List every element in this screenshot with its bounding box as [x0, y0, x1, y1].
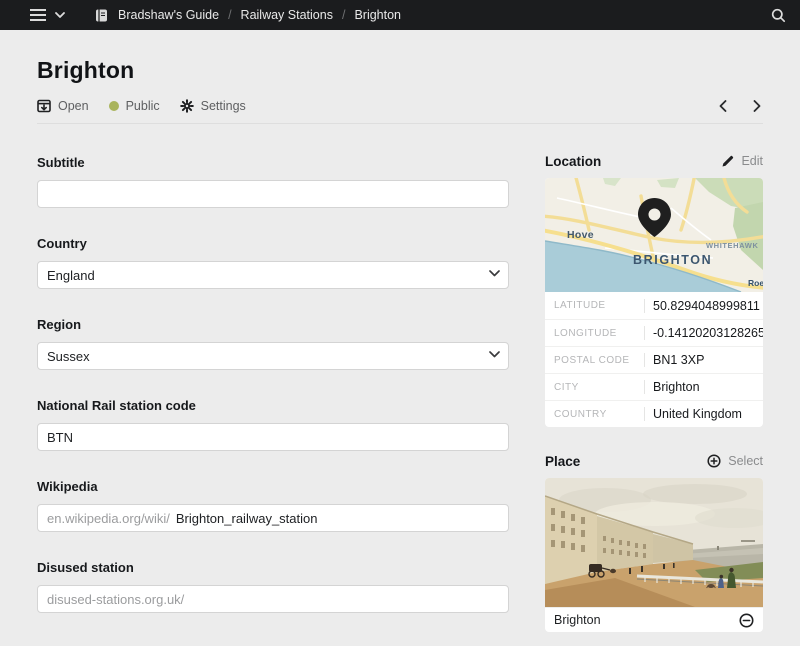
select-label: Select	[728, 454, 763, 468]
wikipedia-input-group: en.wikipedia.org/wiki/	[37, 504, 509, 532]
chevron-right-icon	[753, 100, 761, 112]
column-divider	[644, 299, 645, 313]
breadcrumb-item-current[interactable]: Brighton	[354, 8, 401, 22]
map-preview[interactable]: Hove BRIGHTON WHITEHAWK Roe	[545, 178, 763, 292]
table-row-latitude: LATITUDE 50.8294048999811	[545, 292, 763, 319]
disused-station-input[interactable]	[190, 586, 499, 612]
location-panel-header: Location Edit	[545, 153, 763, 169]
location-details-table: LATITUDE 50.8294048999811 LONGITUDE -0.1…	[545, 292, 763, 427]
chevron-down-icon	[55, 12, 65, 18]
column-divider	[644, 407, 645, 421]
breadcrumb-item-guide[interactable]: Bradshaw's Guide	[118, 8, 219, 22]
postal-code-label: POSTAL CODE	[554, 355, 644, 366]
search-button[interactable]	[771, 8, 786, 23]
field-station-code: National Rail station code	[37, 398, 509, 451]
column-divider	[644, 353, 645, 367]
wikipedia-url-prefix: en.wikipedia.org/wiki/	[47, 511, 170, 526]
wikipedia-input[interactable]	[176, 505, 499, 531]
latitude-value: 50.8294048999811	[653, 299, 760, 313]
search-icon	[771, 8, 786, 23]
open-button[interactable]: Open	[37, 99, 89, 113]
page-content: Brighton Open Public Settings	[0, 57, 800, 641]
place-panel-header: Place Select	[545, 453, 763, 469]
chevron-left-icon	[719, 100, 727, 112]
previous-item-button[interactable]	[719, 100, 727, 112]
pencil-icon	[721, 155, 734, 168]
country-row-label: COUNTRY	[554, 409, 644, 420]
breadcrumb-separator: /	[228, 8, 231, 22]
place-card: Brighton	[545, 478, 763, 632]
book-icon	[95, 9, 108, 22]
table-row-postal-code: POSTAL CODE BN1 3XP	[545, 346, 763, 373]
brighton-seafront-painting	[545, 478, 763, 607]
breadcrumb-item-collection[interactable]: Railway Stations	[241, 8, 333, 22]
status-label: Public	[126, 99, 160, 113]
field-subtitle: Subtitle	[37, 155, 509, 208]
remove-place-button[interactable]	[739, 613, 754, 628]
minus-circle-icon	[739, 613, 754, 628]
wikipedia-label: Wikipedia	[37, 479, 509, 495]
table-row-longitude: LONGITUDE -0.141202031282655	[545, 319, 763, 346]
sidebar-panels: Location Edit	[545, 153, 763, 641]
table-row-country: COUNTRY United Kingdom	[545, 400, 763, 427]
settings-button[interactable]: Settings	[180, 99, 246, 113]
edit-form: Subtitle Country England Region	[37, 155, 509, 641]
country-label: Country	[37, 236, 509, 252]
topbar: Bradshaw's Guide / Railway Stations / Br…	[0, 0, 800, 30]
column-divider	[644, 326, 645, 340]
disused-station-label: Disused station	[37, 560, 509, 576]
disused-station-input-group: disused-stations.org.uk/	[37, 585, 509, 613]
settings-label: Settings	[201, 99, 246, 113]
gear-icon	[180, 99, 194, 113]
disused-station-url-prefix: disused-stations.org.uk/	[47, 592, 184, 607]
item-toolbar: Open Public Settings	[37, 99, 763, 124]
breadcrumb: Bradshaw's Guide / Railway Stations / Br…	[95, 8, 401, 22]
field-disused-station: Disused station disused-stations.org.uk/	[37, 560, 509, 613]
field-wikipedia: Wikipedia en.wikipedia.org/wiki/	[37, 479, 509, 532]
select-place-button[interactable]: Select	[707, 454, 763, 468]
item-pager	[719, 100, 761, 112]
region-select[interactable]: Sussex	[37, 342, 509, 370]
place-item-label: Brighton	[554, 613, 601, 627]
location-card: Hove BRIGHTON WHITEHAWK Roe LATITUDE 50.…	[545, 178, 763, 427]
hamburger-icon	[30, 9, 46, 21]
postal-code-value: BN1 3XP	[653, 353, 754, 367]
longitude-label: LONGITUDE	[554, 328, 644, 339]
edit-label: Edit	[741, 154, 763, 168]
city-value: Brighton	[653, 380, 754, 394]
field-region: Region Sussex	[37, 317, 509, 370]
subtitle-label: Subtitle	[37, 155, 509, 171]
place-title: Place	[545, 454, 580, 469]
page-title: Brighton	[37, 57, 763, 84]
city-label: CITY	[554, 382, 644, 393]
place-image-thumbnail[interactable]	[545, 478, 763, 607]
place-item-row: Brighton	[545, 607, 763, 632]
open-label: Open	[58, 99, 89, 113]
next-item-button[interactable]	[753, 100, 761, 112]
country-select[interactable]: England	[37, 261, 509, 289]
longitude-value: -0.141202031282655	[653, 326, 763, 340]
open-in-browser-icon	[37, 99, 51, 113]
hamburger-menu-button[interactable]	[30, 9, 46, 21]
module-switcher-button[interactable]	[55, 12, 65, 18]
country-row-value: United Kingdom	[653, 407, 754, 421]
status-button[interactable]: Public	[109, 99, 160, 113]
map-image	[545, 178, 763, 292]
edit-location-button[interactable]: Edit	[721, 154, 763, 168]
station-code-label: National Rail station code	[37, 398, 509, 414]
location-title: Location	[545, 154, 601, 169]
breadcrumb-separator: /	[342, 8, 345, 22]
station-code-input[interactable]	[37, 423, 509, 451]
table-row-city: CITY Brighton	[545, 373, 763, 400]
plus-circle-icon	[707, 454, 721, 468]
column-divider	[644, 380, 645, 394]
status-dot-icon	[109, 101, 119, 111]
latitude-label: LATITUDE	[554, 300, 644, 311]
region-label: Region	[37, 317, 509, 333]
field-country: Country England	[37, 236, 509, 289]
subtitle-input[interactable]	[37, 180, 509, 208]
